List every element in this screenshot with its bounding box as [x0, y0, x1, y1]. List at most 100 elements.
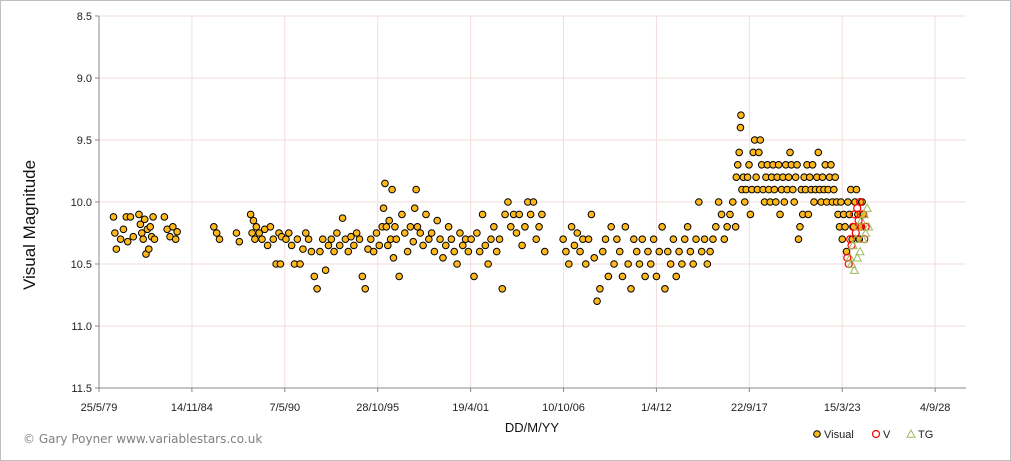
- point-visual: [321, 266, 330, 275]
- point-visual: [692, 235, 700, 243]
- point-visual: [406, 223, 415, 231]
- point-visual: [720, 235, 729, 243]
- point-visual: [686, 247, 695, 256]
- x-tick-label: 4/9/28: [920, 402, 951, 414]
- point-visual: [316, 247, 324, 256]
- point-visual: [111, 229, 119, 237]
- point-visual: [135, 210, 143, 219]
- point-visual: [453, 260, 461, 268]
- points-layer: [109, 111, 874, 306]
- point-visual: [490, 223, 498, 231]
- point-visual: [666, 260, 675, 268]
- point-visual: [285, 229, 293, 237]
- point-visual: [672, 272, 681, 281]
- point-visual: [772, 198, 780, 206]
- x-tick-label: 7/5/90: [270, 402, 301, 414]
- point-visual: [251, 235, 259, 243]
- point-visual: [507, 223, 515, 231]
- point-visual: [598, 247, 607, 256]
- point-visual: [470, 272, 478, 281]
- point-visual: [791, 173, 800, 181]
- point-visual: [852, 185, 861, 194]
- point-visual: [383, 241, 392, 250]
- point-visual: [400, 229, 409, 237]
- point-visual: [330, 247, 338, 256]
- point-visual: [818, 173, 827, 181]
- point-visual: [146, 223, 155, 231]
- point-visual: [358, 272, 367, 281]
- point-visual: [427, 229, 436, 237]
- point-visual: [529, 198, 538, 206]
- point-visual: [689, 260, 697, 268]
- legend-label-tg: TG: [918, 429, 933, 441]
- point-visual: [596, 285, 604, 293]
- point-visual: [327, 235, 336, 243]
- point-visual: [601, 235, 610, 243]
- point-visual: [389, 253, 398, 262]
- point-visual: [109, 213, 118, 221]
- point-visual: [395, 272, 403, 281]
- point-visual: [736, 123, 745, 132]
- point-visual: [814, 148, 823, 157]
- point-visual: [604, 272, 613, 281]
- point-visual: [282, 235, 290, 243]
- point-visual: [680, 235, 689, 243]
- point-visual: [774, 161, 783, 169]
- point-visual: [810, 198, 818, 206]
- point-visual: [392, 235, 401, 243]
- x-tick-label: 25/5/79: [81, 402, 118, 414]
- point-visual: [841, 223, 849, 231]
- point-visual: [512, 229, 521, 237]
- point-visual: [804, 210, 813, 219]
- point-visual: [776, 210, 784, 219]
- point-visual: [610, 260, 618, 268]
- point-visual: [618, 272, 627, 281]
- point-visual: [304, 235, 313, 243]
- point-visual: [433, 216, 442, 225]
- point-visual: [675, 247, 683, 256]
- point-visual: [729, 198, 737, 206]
- point-visual: [385, 216, 393, 225]
- point-visual: [456, 229, 464, 237]
- point-visual: [706, 247, 714, 256]
- x-tick-label: 14/11/84: [171, 402, 213, 414]
- point-visual: [269, 235, 278, 243]
- copyright-text: © Gary Poyner www.variablestars.co.uk: [23, 432, 263, 446]
- point-visual: [398, 210, 406, 219]
- point-visual: [844, 198, 852, 206]
- point-visual: [366, 235, 375, 243]
- point-visual: [567, 223, 576, 231]
- point-visual: [352, 229, 361, 237]
- point-visual: [495, 235, 504, 243]
- point-visual: [780, 198, 789, 206]
- point-visual: [464, 247, 473, 256]
- point-visual: [630, 235, 638, 243]
- point-visual: [717, 210, 726, 219]
- point-visual: [458, 241, 467, 250]
- point-visual: [740, 198, 749, 206]
- point-visual: [584, 235, 593, 243]
- point-visual: [808, 161, 817, 169]
- point-visual: [746, 210, 755, 219]
- point-visual: [403, 247, 412, 256]
- point-visual: [669, 235, 678, 243]
- point-visual: [635, 260, 644, 268]
- point-visual: [805, 173, 814, 181]
- point-visual: [752, 173, 760, 181]
- point-visual: [745, 161, 753, 169]
- point-visual: [430, 247, 439, 256]
- legend-label-visual: Visual: [824, 429, 854, 441]
- point-visual: [276, 260, 285, 268]
- point-visual: [382, 223, 391, 231]
- point-visual: [532, 235, 541, 243]
- point-visual: [419, 241, 427, 250]
- x-axis-title: DD/M/YY: [505, 420, 560, 435]
- point-visual: [388, 185, 396, 194]
- point-visual: [379, 204, 388, 212]
- point-visual: [249, 216, 258, 225]
- point-visual: [413, 223, 422, 231]
- lightcurve-chart: 8.5 9.0 9.5 10.0 10.5 11.0 11.5 25/5/79 14/11/84…: [20, 11, 966, 441]
- point-visual: [663, 247, 672, 256]
- point-visual: [615, 247, 624, 256]
- point-visual: [318, 235, 327, 243]
